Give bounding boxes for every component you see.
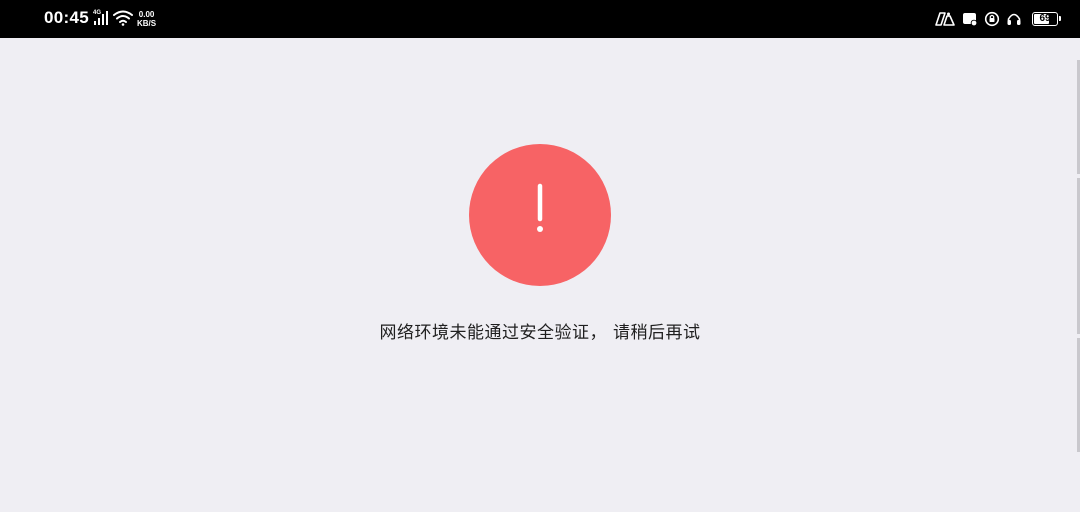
app-notification-icon <box>935 12 955 26</box>
network-speed-value: 0.00 <box>138 10 155 19</box>
battery-level: 69 <box>1039 13 1051 24</box>
error-icon <box>469 144 611 286</box>
cellular-signal-icon <box>94 11 108 25</box>
message-notification-icon <box>963 13 978 27</box>
alarm-icon <box>984 11 1000 27</box>
error-message: 网络环境未能通过安全验证， 请稍后再试 <box>379 323 701 343</box>
battery-cap <box>1059 16 1061 21</box>
battery-icon: 69 <box>1032 12 1061 26</box>
status-icons: 69 <box>934 9 1061 29</box>
error-page: 网络环境未能通过安全验证， 请稍后再试 <box>0 38 1080 512</box>
network-speed-unit: KB/S <box>137 19 157 28</box>
status-bar: 00:45 4G 0.00 KB/S 69 <box>0 0 1080 38</box>
headphones-icon <box>1007 13 1021 25</box>
status-time: 00:45 <box>44 8 89 27</box>
exclamation-icon <box>537 183 543 232</box>
network-speed: 0.00 KB/S <box>137 10 156 28</box>
wifi-icon <box>113 10 133 26</box>
